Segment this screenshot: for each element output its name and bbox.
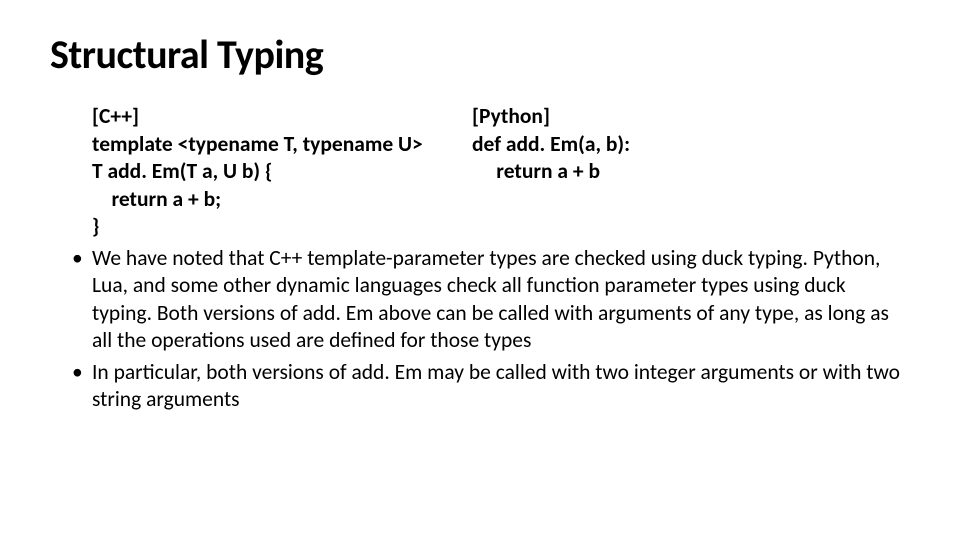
code-python-line-1: def add. Em(a, b): [472, 131, 910, 159]
bullet-1-text: We have noted that C++ template-paramete… [92, 245, 889, 354]
code-cpp-column: [C++] template <typename T, typename U> … [92, 103, 472, 241]
slide: Structural Typing [C++] template <typena… [0, 0, 960, 540]
code-cpp-header: [C++] [92, 103, 472, 131]
code-python-header: [Python] [472, 103, 910, 131]
slide-content: [C++] template <typename T, typename U> … [50, 103, 910, 414]
code-python-line-2: return a + b [472, 158, 910, 186]
code-python-column: [Python] def add. Em(a, b): return a + b [472, 103, 910, 241]
code-block: [C++] template <typename T, typename U> … [92, 103, 910, 241]
code-cpp-line-2: T add. Em(T a, U b) { [92, 158, 472, 186]
code-cpp-line-1: template <typename T, typename U> [92, 131, 472, 159]
slide-title: Structural Typing [50, 30, 910, 79]
code-cpp-line-3: return a + b; [92, 186, 472, 214]
bullet-1: We have noted that C++ template-paramete… [92, 245, 910, 355]
bullet-2: In particular, both versions of add. Em … [92, 359, 910, 414]
code-cpp-line-4: } [92, 213, 472, 241]
bullet-2-text: In particular, both versions of add. Em … [92, 359, 900, 413]
